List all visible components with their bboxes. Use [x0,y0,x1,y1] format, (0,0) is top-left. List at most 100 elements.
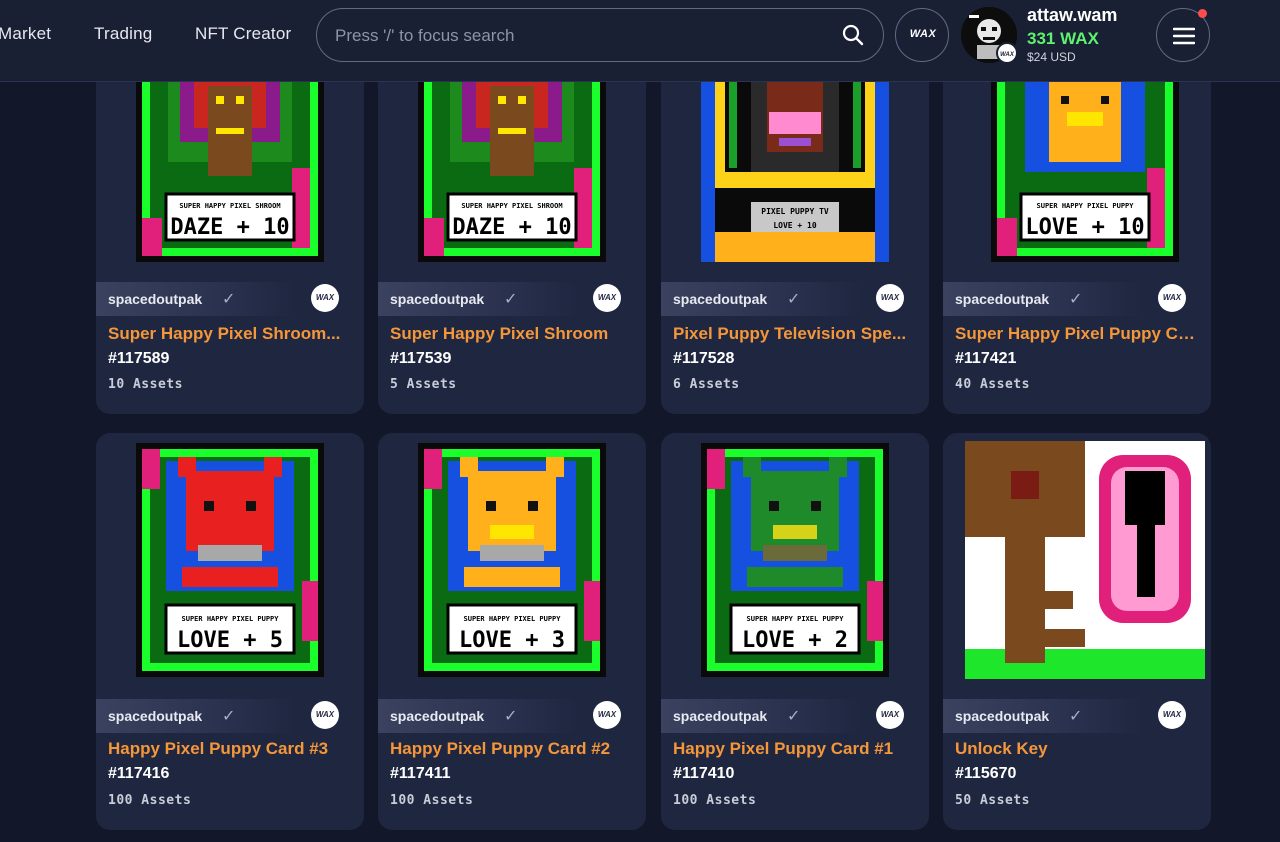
creator-name[interactable]: spacedoutpak [390,291,484,307]
creator-bar: spacedoutpak ✓ WAX [661,282,929,316]
nft-image: PIXEL PUPPY TV LOVE + 10 [681,82,909,262]
nft-art-caption-small: SUPER HAPPY PIXEL PUPPY [747,615,845,623]
creator-bar: spacedoutpak ✓ WAX [378,282,646,316]
nft-title[interactable]: Super Happy Pixel Shroom... [108,324,354,344]
creator-bar: spacedoutpak ✓ WAX [943,282,1211,316]
notification-dot [1198,9,1207,18]
nft-art-caption-small: SUPER HAPPY PIXEL SHROOM [461,202,562,210]
creator-bar: spacedoutpak ✓ WAX [943,699,1211,733]
account-username[interactable]: attaw.wam [1027,5,1117,26]
nft-template-id: #117410 [673,765,735,782]
search-input[interactable] [333,9,837,63]
creator-name[interactable]: spacedoutpak [673,708,767,724]
nft-image: SUPER HAPPY PIXEL PUPPY LOVE + 5 [116,441,344,679]
wax-chain-icon[interactable]: WAX [593,701,621,729]
nft-art-caption-large: LOVE + 10 [773,221,817,230]
checkmark-icon: ✓ [222,708,236,725]
nft-asset-count: 5 Assets [390,377,457,392]
creator-name[interactable]: spacedoutpak [673,291,767,307]
nft-template-id: #115670 [955,765,1017,782]
nft-title[interactable]: Super Happy Pixel Shroom [390,324,636,344]
nft-template-id: #117416 [108,765,170,782]
nft-template-id: #117539 [390,350,452,367]
nft-title[interactable]: Happy Pixel Puppy Card #1 [673,739,919,759]
nft-art-caption-small: SUPER HAPPY PIXEL PUPPY [182,615,280,623]
wax-chain-icon[interactable]: WAX [876,284,904,312]
nft-card[interactable]: PIXEL PUPPY TV LOVE + 10 spacedoutpak ✓ … [661,82,929,414]
wax-logo-icon: WAX [909,28,937,40]
nft-art-caption-small: PIXEL PUPPY TV [761,207,829,216]
nft-art-caption-large: DAZE + 10 [452,215,571,240]
checkmark-icon: ✓ [504,708,518,725]
nft-card[interactable]: SUPER HAPPY PIXEL SHROOM DAZE + 10 space… [378,82,646,414]
creator-name[interactable]: spacedoutpak [390,708,484,724]
nft-image: SUPER HAPPY PIXEL SHROOM DAZE + 10 [116,82,344,262]
nft-image: SUPER HAPPY PIXEL SHROOM DAZE + 10 [398,82,626,262]
creator-name[interactable]: spacedoutpak [108,291,202,307]
nft-template-id: #117421 [955,350,1017,367]
wax-network-button[interactable]: WAX [895,8,949,62]
checkmark-icon: ✓ [222,291,236,308]
nft-art-caption-small: SUPER HAPPY PIXEL PUPPY [464,615,562,623]
checkmark-icon: ✓ [1069,291,1083,308]
nft-card[interactable]: SUPER HAPPY PIXEL PUPPY LOVE + 2 spacedo… [661,433,929,830]
checkmark-icon: ✓ [1069,708,1083,725]
creator-name[interactable]: spacedoutpak [108,708,202,724]
nft-card[interactable]: SUPER HAPPY PIXEL PUPPY LOVE + 5 spacedo… [96,433,364,830]
creator-name[interactable]: spacedoutpak [955,291,1049,307]
nft-image: SUPER HAPPY PIXEL PUPPY LOVE + 10 [963,82,1191,262]
nft-card[interactable]: SUPER HAPPY PIXEL SHROOM DAZE + 10 space… [96,82,364,414]
wax-chain-icon[interactable]: WAX [593,284,621,312]
nft-art-caption-small: SUPER HAPPY PIXEL SHROOM [179,202,280,210]
wax-chain-icon[interactable]: WAX [876,701,904,729]
wax-chain-icon[interactable]: WAX [311,701,339,729]
checkmark-icon: ✓ [504,291,518,308]
nft-title[interactable]: Happy Pixel Puppy Card #3 [108,739,354,759]
account-usd-value: $24 USD [1027,50,1076,64]
nft-art-caption-large: LOVE + 5 [177,628,283,653]
nft-asset-count: 50 Assets [955,793,1030,808]
search-icon[interactable] [841,23,865,47]
nft-title[interactable]: Unlock Key [955,739,1201,759]
nft-art-caption-large: LOVE + 10 [1025,215,1144,240]
checkmark-icon: ✓ [787,291,801,308]
nav-link-trading[interactable]: Trading [94,24,152,44]
nft-title[interactable]: Happy Pixel Puppy Card #2 [390,739,636,759]
nft-art-caption-small: SUPER HAPPY PIXEL PUPPY [1037,202,1135,210]
nft-asset-count: 100 Assets [390,793,474,808]
nft-image: SUPER HAPPY PIXEL PUPPY LOVE + 3 [398,441,626,679]
nft-image [965,441,1205,679]
nft-asset-count: 10 Assets [108,377,183,392]
nft-template-id: #117528 [673,350,735,367]
nav-link-market[interactable]: Market [0,24,51,44]
nft-image: SUPER HAPPY PIXEL PUPPY LOVE + 2 [681,441,909,679]
creator-bar: spacedoutpak ✓ WAX [661,699,929,733]
creator-bar: spacedoutpak ✓ WAX [378,699,646,733]
nft-card[interactable]: spacedoutpak ✓ WAX Unlock Key #115670 50… [943,433,1211,830]
nft-asset-count: 40 Assets [955,377,1030,392]
hamburger-menu-icon [1173,27,1195,45]
nft-title[interactable]: Pixel Puppy Television Spe... [673,324,919,344]
nft-asset-count: 100 Assets [673,793,757,808]
wax-chain-icon[interactable]: WAX [1158,284,1186,312]
nft-asset-count: 100 Assets [108,793,192,808]
search-box [316,8,884,63]
nft-asset-count: 6 Assets [673,377,740,392]
nft-card[interactable]: SUPER HAPPY PIXEL PUPPY LOVE + 3 spacedo… [378,433,646,830]
nft-art-caption-large: LOVE + 3 [459,628,565,653]
wax-chain-icon[interactable]: WAX [1158,701,1186,729]
nft-template-id: #117411 [390,765,451,782]
creator-bar: spacedoutpak ✓ WAX [96,282,364,316]
nft-art-caption-large: LOVE + 2 [742,628,848,653]
creator-name[interactable]: spacedoutpak [955,708,1049,724]
wax-avatar-badge-icon: WAX [996,42,1018,64]
nft-card[interactable]: SUPER HAPPY PIXEL PUPPY LOVE + 10 spaced… [943,82,1211,414]
nft-template-id: #117589 [108,350,170,367]
creator-bar: spacedoutpak ✓ WAX [96,699,364,733]
wax-chain-icon[interactable]: WAX [311,284,339,312]
nav-link-nft-creator[interactable]: NFT Creator [195,24,291,44]
account-balance: 331 WAX [1027,29,1099,48]
nft-title[interactable]: Super Happy Pixel Puppy Ca... [955,324,1201,344]
top-navigation-bar: Market Trading NFT Creator WAX WAX attaw… [0,0,1280,82]
checkmark-icon: ✓ [787,708,801,725]
